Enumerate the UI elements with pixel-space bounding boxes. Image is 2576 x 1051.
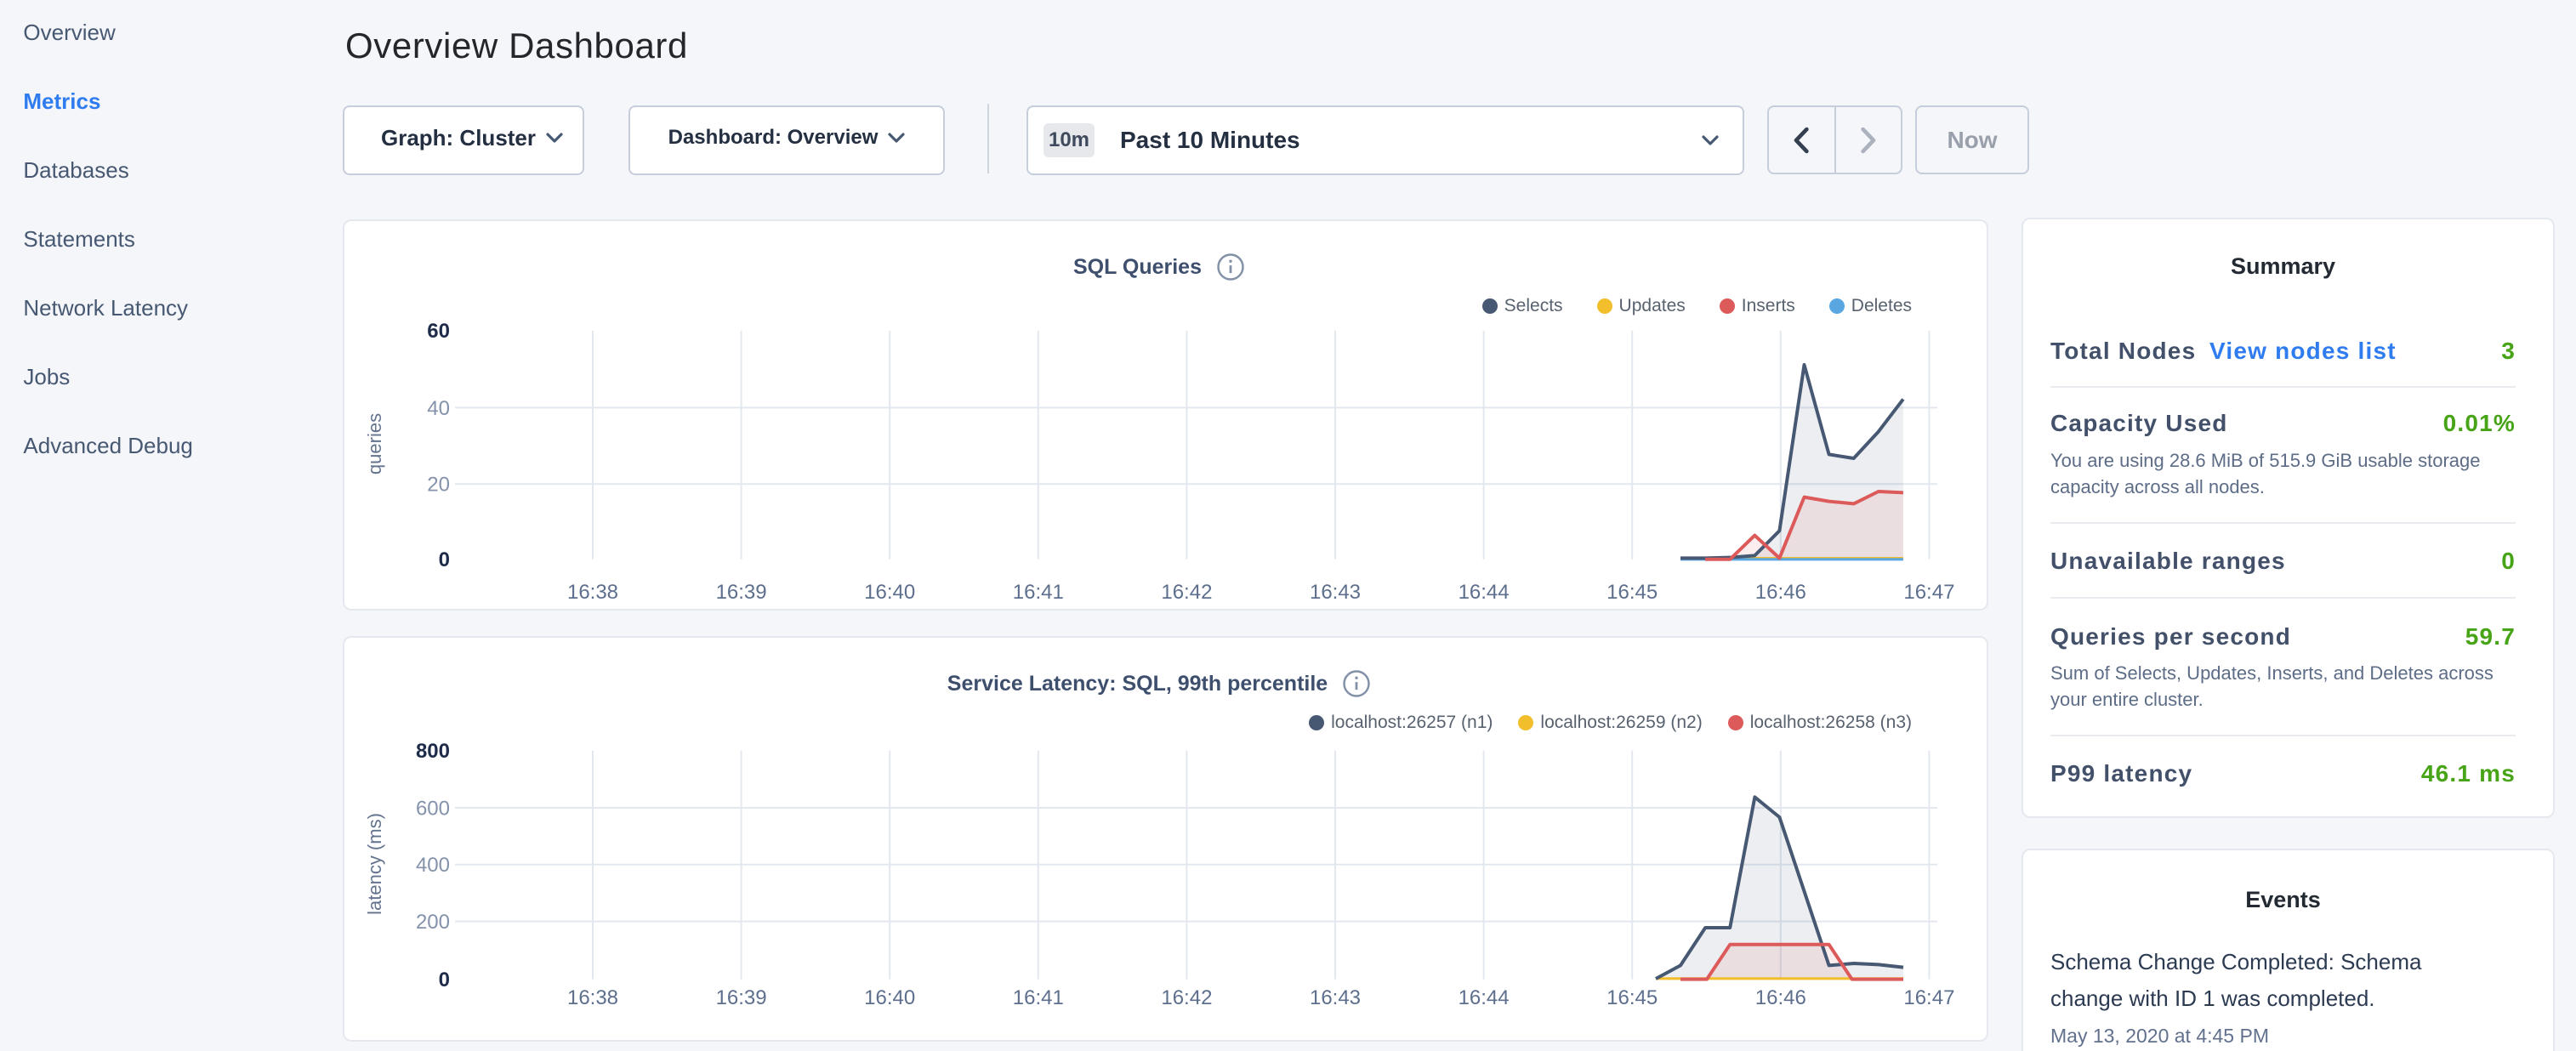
svg-text:16:41: 16:41 bbox=[1013, 986, 1064, 1009]
svg-text:400: 400 bbox=[416, 854, 450, 877]
svg-text:16:39: 16:39 bbox=[716, 986, 767, 1009]
svg-text:16:46: 16:46 bbox=[1755, 986, 1806, 1009]
svg-text:200: 200 bbox=[416, 911, 450, 934]
svg-text:16:38: 16:38 bbox=[567, 986, 618, 1009]
svg-text:16:40: 16:40 bbox=[864, 581, 915, 604]
svg-text:16:43: 16:43 bbox=[1310, 986, 1361, 1009]
svg-text:latency (ms): latency (ms) bbox=[364, 813, 385, 915]
svg-text:40: 40 bbox=[427, 397, 450, 420]
svg-text:0: 0 bbox=[439, 548, 450, 571]
svg-text:16:47: 16:47 bbox=[1903, 986, 1954, 1009]
svg-text:0: 0 bbox=[439, 969, 450, 991]
svg-text:16:42: 16:42 bbox=[1161, 581, 1212, 604]
svg-text:16:39: 16:39 bbox=[716, 581, 767, 604]
svg-text:16:38: 16:38 bbox=[567, 581, 618, 604]
svg-text:600: 600 bbox=[416, 797, 450, 820]
svg-text:queries: queries bbox=[364, 413, 385, 474]
svg-text:16:45: 16:45 bbox=[1606, 986, 1658, 1009]
svg-text:16:47: 16:47 bbox=[1903, 581, 1954, 604]
svg-text:20: 20 bbox=[427, 474, 450, 497]
svg-text:16:42: 16:42 bbox=[1161, 986, 1212, 1009]
svg-text:16:44: 16:44 bbox=[1459, 986, 1510, 1009]
svg-text:16:44: 16:44 bbox=[1459, 581, 1510, 604]
svg-text:800: 800 bbox=[416, 740, 450, 763]
svg-text:16:41: 16:41 bbox=[1013, 581, 1064, 604]
svg-text:16:45: 16:45 bbox=[1606, 581, 1658, 604]
svg-text:60: 60 bbox=[427, 320, 450, 343]
svg-text:16:43: 16:43 bbox=[1310, 581, 1361, 604]
svg-text:16:46: 16:46 bbox=[1755, 581, 1806, 604]
svg-text:16:40: 16:40 bbox=[864, 986, 915, 1009]
